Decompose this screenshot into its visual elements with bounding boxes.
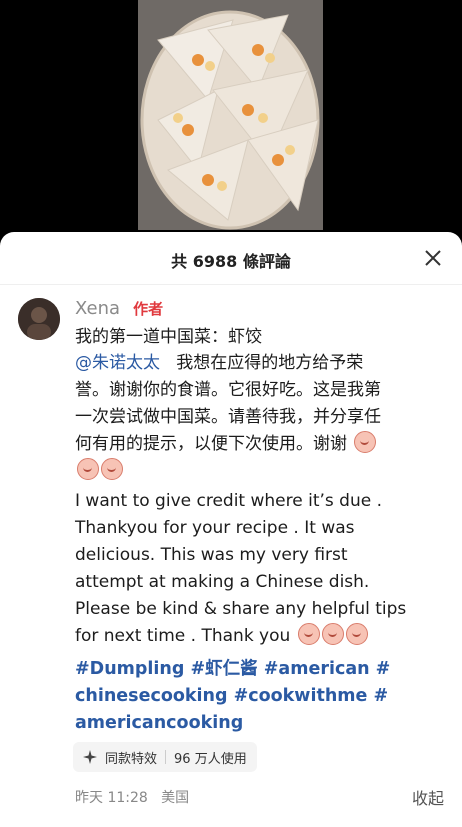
- zh-line-1: 我想在应得的地方给予荣: [176, 353, 364, 373]
- comments-header: 共 6988 條評論: [0, 232, 462, 284]
- avatar-image: [18, 298, 60, 340]
- comment-meta: 昨天 11:28 美国: [75, 787, 189, 807]
- chip-divider: [165, 750, 167, 764]
- effect-users: 96 万人使用: [174, 751, 247, 767]
- emoji-icon: [297, 623, 320, 645]
- en-line-3: delicious. This was my very first: [75, 545, 348, 565]
- en-line-1: I want to give credit where it’s due .: [75, 491, 382, 511]
- dumpling-steamer-image: [138, 0, 323, 230]
- hashtag-line-3[interactable]: americancooking: [75, 710, 445, 737]
- en-line-4: attempt at making a Chinese dish.: [75, 572, 370, 592]
- zh-line-3: 一次尝试做中国菜。请善待我，并分享任: [75, 407, 381, 427]
- comment-time: 昨天 11:28: [75, 790, 148, 806]
- mention-link[interactable]: @朱诺太太: [75, 353, 160, 373]
- comment-location: 美国: [161, 790, 190, 806]
- sparkle-icon: [83, 750, 97, 764]
- emoji-icon: [101, 458, 123, 480]
- en-line-5: Please be kind & share any helpful tips: [75, 599, 407, 619]
- zh-line-2: 誉。谢谢你的食谱。它很好吃。这是我第: [75, 380, 381, 400]
- comment-body-zh: @朱诺太太 我想在应得的地方给予荣 誉。谢谢你的食谱。它很好吃。这是我第 一次尝…: [75, 350, 445, 485]
- hashtag-line-1[interactable]: #Dumpling #虾仁酱 #american #: [75, 656, 445, 683]
- comment-title-zh: 我的第一道中国菜：虾饺: [75, 327, 262, 347]
- collapse-button[interactable]: 收起: [412, 785, 444, 809]
- effect-chip[interactable]: 同款特效 96 万人使用: [73, 742, 257, 772]
- en-line-6: for next time . Thank you: [75, 626, 291, 646]
- effect-label: 同款特效: [105, 751, 158, 767]
- close-icon: [425, 250, 441, 266]
- close-button[interactable]: [420, 245, 446, 271]
- author-name[interactable]: Xena: [75, 298, 120, 319]
- author-row: Xena 作者: [75, 298, 163, 320]
- emoji-icon: [77, 458, 99, 480]
- zh-line-4: 何有用的提示，以便下次使用。谢谢: [75, 434, 347, 454]
- en-line-2: Thankyou for your recipe . It was: [75, 518, 355, 538]
- video-preview[interactable]: [0, 0, 462, 240]
- avatar[interactable]: [18, 298, 60, 340]
- author-badge: 作者: [133, 300, 164, 318]
- comments-sheet: 共 6988 條評論 Xena 作者 我的第一道中国菜：虾饺 @朱诺太太 我想在…: [0, 232, 462, 827]
- hashtags: #Dumpling #虾仁酱 #american # chinesecookin…: [75, 656, 445, 737]
- emoji-icon: [354, 431, 377, 453]
- comment-count-title: 共 6988 條評論: [171, 252, 291, 271]
- comment-body-en: I want to give credit where it’s due . T…: [75, 488, 445, 650]
- emoji-icon: [321, 623, 344, 645]
- hashtag-line-2[interactable]: chinesecooking #cookwithme #: [75, 683, 445, 710]
- emoji-icon: [345, 623, 368, 645]
- header-divider: [0, 284, 462, 285]
